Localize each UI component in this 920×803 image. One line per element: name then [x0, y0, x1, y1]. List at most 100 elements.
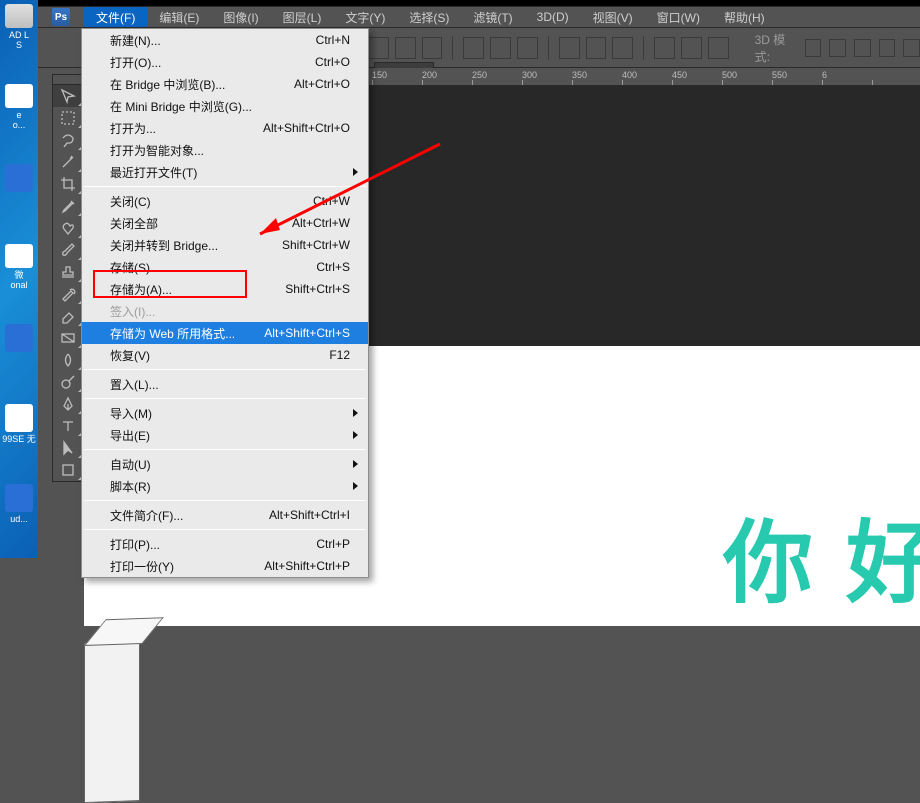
eraser-tool[interactable] — [53, 305, 83, 327]
blur-tool[interactable] — [53, 349, 83, 371]
file-menu-item[interactable]: 文件简介(F)...Alt+Shift+Ctrl+I — [82, 504, 368, 526]
marquee-tool[interactable] — [53, 107, 83, 129]
desktop-icon[interactable]: 微 onal — [4, 244, 34, 290]
ps-logo-icon: Ps — [52, 8, 70, 26]
lasso-tool[interactable] — [53, 129, 83, 151]
3d-zoom-icon[interactable] — [854, 39, 871, 57]
distribute-button[interactable] — [681, 37, 702, 59]
3d-camera-icon[interactable] — [903, 39, 920, 57]
menu-item-label: 置入(L)... — [110, 376, 350, 393]
desktop-icon[interactable]: e o... — [4, 84, 34, 130]
desktop-icon[interactable]: 99SE 无 — [4, 404, 34, 450]
pen-tool[interactable] — [53, 393, 83, 415]
menu-item-label: 在 Bridge 中浏览(B)... — [110, 76, 294, 93]
ruler-tick-label: 550 — [772, 70, 787, 80]
align-button[interactable] — [368, 37, 389, 59]
menu-item[interactable]: 窗口(W) — [645, 7, 712, 27]
file-menu-item[interactable]: 在 Bridge 中浏览(B)...Alt+Ctrl+O — [82, 73, 368, 95]
menu-item-shortcut: Alt+Shift+Ctrl+O — [263, 121, 350, 135]
menu-item-label: 打开为... — [110, 120, 263, 137]
menu-item-label: 在 Mini Bridge 中浏览(G)... — [110, 98, 350, 115]
file-menu-item: 签入(I)... — [82, 300, 368, 322]
menu-item[interactable]: 3D(D) — [525, 7, 581, 27]
eyedropper-tool[interactable] — [53, 195, 83, 217]
desktop-icon[interactable]: ud... — [4, 484, 34, 530]
menu-item[interactable]: 选择(S) — [397, 7, 461, 27]
file-menu-item[interactable]: 置入(L)... — [82, 373, 368, 395]
heal-tool[interactable] — [53, 217, 83, 239]
menu-item[interactable]: 编辑(E) — [147, 7, 211, 27]
align-button[interactable] — [395, 37, 416, 59]
menu-item-shortcut: Ctrl+N — [316, 33, 350, 47]
file-menu-item[interactable]: 打印一份(Y)Alt+Shift+Ctrl+P — [82, 555, 368, 577]
distribute-button[interactable] — [612, 37, 633, 59]
crop-tool[interactable] — [53, 173, 83, 195]
3d-mode-label: 3D 模式: — [755, 31, 797, 65]
3d-mode-group: 3D 模式: — [755, 31, 920, 65]
move-tool[interactable] — [53, 85, 83, 107]
wand-tool[interactable] — [53, 151, 83, 173]
ruler-tick-label: 250 — [472, 70, 487, 80]
gradient-tool[interactable] — [53, 327, 83, 349]
menu-item[interactable]: 视图(V) — [581, 7, 645, 27]
tool-palette — [52, 74, 84, 482]
file-menu-item[interactable]: 脚本(R) — [82, 475, 368, 497]
menu-item-shortcut: Alt+Shift+Ctrl+P — [264, 559, 350, 573]
distribute-button[interactable] — [586, 37, 607, 59]
menu-item[interactable]: 文字(Y) — [333, 7, 397, 27]
annotation-highlight-box — [93, 270, 247, 298]
file-menu-item[interactable]: 自动(U) — [82, 453, 368, 475]
menu-item[interactable]: 滤镜(T) — [461, 7, 524, 27]
file-menu-item[interactable]: 新建(N)...Ctrl+N — [82, 29, 368, 51]
history-brush-tool[interactable] — [53, 283, 83, 305]
desktop-icon[interactable] — [4, 324, 34, 370]
menu-item-label: 导出(E) — [110, 427, 350, 444]
file-menu-item[interactable]: 打开(O)...Ctrl+O — [82, 51, 368, 73]
path-select-tool[interactable] — [53, 437, 83, 459]
file-menu-item[interactable]: 恢复(V)F12 — [82, 344, 368, 366]
file-menu-item[interactable]: 导入(M) — [82, 402, 368, 424]
distribute-button[interactable] — [708, 37, 729, 59]
file-menu-item[interactable]: 打印(P)...Ctrl+P — [82, 533, 368, 555]
submenu-arrow-icon — [353, 482, 358, 490]
submenu-arrow-icon — [353, 431, 358, 439]
3d-light-icon[interactable] — [879, 39, 896, 57]
align-button[interactable] — [422, 37, 443, 59]
align-button[interactable] — [517, 37, 538, 59]
file-menu-item[interactable]: 存储为 Web 所用格式...Alt+Shift+Ctrl+S — [82, 322, 368, 344]
ruler-tick-label: 450 — [672, 70, 687, 80]
menu-item-label: 签入(I)... — [110, 303, 350, 320]
stamp-tool[interactable] — [53, 261, 83, 283]
desktop-icon[interactable] — [4, 164, 34, 210]
align-button[interactable] — [490, 37, 511, 59]
align-button[interactable] — [463, 37, 484, 59]
menu-item-label: 存储为 Web 所用格式... — [110, 325, 264, 342]
file-menu-item[interactable]: 导出(E) — [82, 424, 368, 446]
file-menu-item[interactable]: 打开为...Alt+Shift+Ctrl+O — [82, 117, 368, 139]
submenu-arrow-icon — [353, 409, 358, 417]
3d-pan-icon[interactable] — [829, 39, 846, 57]
menu-item-label: 导入(M) — [110, 405, 350, 422]
desktop-icon[interactable]: AD L S — [4, 4, 34, 50]
menu-item-shortcut: F12 — [329, 348, 350, 362]
distribute-button[interactable] — [654, 37, 675, 59]
file-menu-item[interactable]: 在 Mini Bridge 中浏览(G)... — [82, 95, 368, 117]
shape-tool[interactable] — [53, 459, 83, 481]
ruler-tick-label: 350 — [572, 70, 587, 80]
menu-item[interactable]: 图像(I) — [211, 7, 270, 27]
menu-item-label: 新建(N)... — [110, 32, 316, 49]
menu-item-label: 恢复(V) — [110, 347, 329, 364]
menu-item[interactable]: 帮助(H) — [712, 7, 777, 27]
windows-desktop-strip: AD L S e o... 微 onal 99SE 无 ud... — [0, 0, 38, 558]
ruler-tick-label: 400 — [622, 70, 637, 80]
distribute-button[interactable] — [559, 37, 580, 59]
menu-item-shortcut: Ctrl+P — [316, 537, 350, 551]
type-tool[interactable] — [53, 415, 83, 437]
menu-item[interactable]: 图层(L) — [271, 7, 334, 27]
3d-orbit-icon[interactable] — [805, 39, 822, 57]
menu-item[interactable]: 文件(F) — [84, 7, 147, 27]
menu-item-label: 脚本(R) — [110, 478, 350, 495]
brush-tool[interactable] — [53, 239, 83, 261]
dodge-tool[interactable] — [53, 371, 83, 393]
ruler-tick-label: 6 — [822, 70, 827, 80]
